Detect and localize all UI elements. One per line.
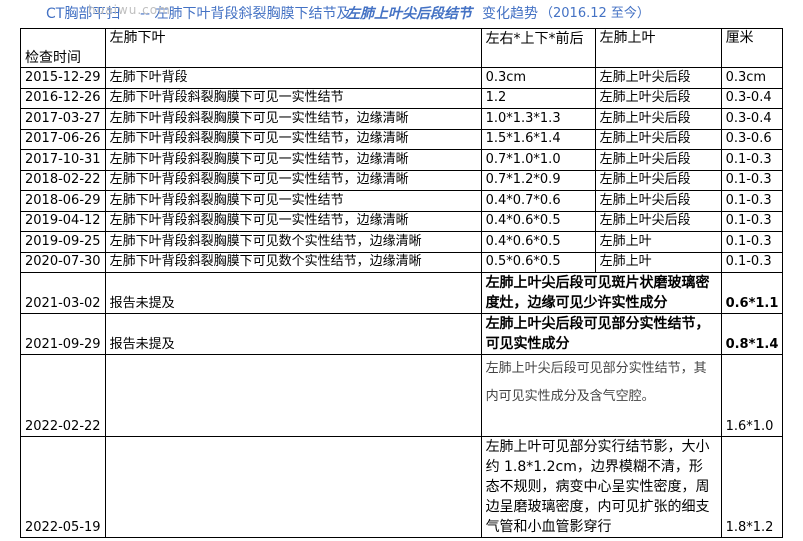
row-cm: 1.6*1.0 (720, 354, 784, 437)
row-cm: 0.1-0.3 (720, 231, 784, 253)
row-desc: 报告未提及 (104, 272, 482, 314)
row-upper: 左肺上叶尖后段 (594, 190, 722, 212)
row-upper: 左肺上叶尖后段 (594, 149, 722, 171)
row-date: 2015-12-29 (20, 67, 106, 89)
row-size: 0.5*0.6*0.5 (480, 251, 596, 273)
header-lower-lobe: 左肺下叶 (104, 28, 482, 68)
row-cm: 0.3cm (720, 67, 784, 89)
table-row: 2017-06-26 左肺下叶背段斜裂胸膜下可见一实性结节，边缘清晰 1.5*1… (20, 128, 784, 150)
row-desc: 左肺下叶背段斜裂胸膜下可见一实性结节，边缘清晰 (104, 149, 482, 171)
nodule-table: 检查时间 左肺下叶 左右*上下*前后 左肺上叶 厘米 2015-12-29 左肺… (20, 28, 784, 538)
row-desc: 报告未提及 (104, 313, 482, 355)
table-row: 2018-02-22 左肺下叶背段斜裂胸膜下可见一实性结节，边缘清晰 0.7*1… (20, 169, 784, 191)
row-desc: 左肺下叶背段斜裂胸膜下可见一实性结节 (104, 190, 482, 212)
row-upper-finding: 左肺上叶尖后段可见部分实性结节，其内可见实性成分及含气空腔。 (480, 354, 722, 437)
row-date: 2018-06-29 (20, 190, 106, 212)
row-date: 2022-02-22 (20, 354, 106, 437)
row-size: 1.2 (480, 87, 596, 109)
row-upper: 左肺上叶 (594, 251, 722, 273)
row-desc: 左肺下叶背段斜裂胸膜下可见数个实性结节，边缘清晰 (104, 251, 482, 273)
table-row: 2016-12-26 左肺下叶背段斜裂胸膜下可见一实性结节 1.2 左肺上叶尖后… (20, 87, 784, 109)
row-cm: 0.1-0.3 (720, 190, 784, 212)
header-size: 左右*上下*前后 (480, 28, 596, 68)
table-row: 2021-03-02 报告未提及 左肺上叶尖后段可见斑片状磨玻璃密度灶，边缘可见… (20, 272, 784, 314)
row-cm: 1.8*1.2 (720, 436, 784, 538)
row-cm: 0.1-0.3 (720, 149, 784, 171)
row-date: 2018-02-22 (20, 169, 106, 191)
table-row: 2018-06-29 左肺下叶背段斜裂胸膜下可见一实性结节 0.4*0.7*0.… (20, 190, 784, 212)
table-row: 2020-07-30 左肺下叶背段斜裂胸膜下可见数个实性结节，边缘清晰 0.5*… (20, 251, 784, 273)
row-date: 2019-04-12 (20, 210, 106, 232)
watermark: huaiwu.com (88, 3, 171, 17)
row-desc (104, 436, 482, 538)
row-desc: 左肺下叶背段斜裂胸膜下可见数个实性结节，边缘清晰 (104, 231, 482, 253)
row-size: 0.3cm (480, 67, 596, 89)
row-upper: 左肺上叶尖后段 (594, 87, 722, 109)
row-cm: 0.1-0.3 (720, 169, 784, 191)
row-desc: 左肺下叶背段斜裂胸膜下可见一实性结节 (104, 87, 482, 109)
table-row: 2019-09-25 左肺下叶背段斜裂胸膜下可见数个实性结节，边缘清晰 0.4*… (20, 231, 784, 253)
row-date: 2021-09-29 (20, 313, 106, 355)
row-desc (104, 354, 482, 437)
row-upper: 左肺上叶 (594, 231, 722, 253)
row-date: 2017-06-26 (20, 128, 106, 150)
row-size: 1.5*1.6*1.4 (480, 128, 596, 150)
row-desc: 左肺下叶背段斜裂胸膜下可见一实性结节，边缘清晰 (104, 169, 482, 191)
row-cm: 0.3-0.4 (720, 87, 784, 109)
title-suffix: 变化趋势 (482, 6, 538, 22)
row-upper: 左肺上叶尖后段 (594, 108, 722, 130)
row-size: 0.4*0.6*0.5 (480, 231, 596, 253)
row-size: 0.4*0.7*0.6 (480, 190, 596, 212)
row-cm: 0.1-0.3 (720, 251, 784, 273)
row-desc: 左肺下叶背段斜裂胸膜下可见一实性结节，边缘清晰 (104, 108, 482, 130)
row-size: 0.4*0.6*0.5 (480, 210, 596, 232)
row-upper-finding: 左肺上叶可见部分实行结节影，大小约 1.8*1.2cm，边界模糊不清，形态不规则… (480, 436, 722, 538)
row-size: 0.7*1.2*0.9 (480, 169, 596, 191)
row-upper-finding: 左肺上叶尖后段可见部分实性结节，可见实性成分 (480, 313, 722, 355)
row-desc: 左肺下叶背段斜裂胸膜下可见一实性结节，边缘清晰 (104, 128, 482, 150)
row-cm: 0.8*1.4 (720, 313, 784, 355)
row-size: 1.0*1.3*1.3 (480, 108, 596, 130)
table-row: 2017-03-27 左肺下叶背段斜裂胸膜下可见一实性结节，边缘清晰 1.0*1… (20, 108, 784, 130)
header-date: 检查时间 (20, 28, 106, 68)
row-date: 2021-03-02 (20, 272, 106, 314)
row-date: 2020-07-30 (20, 251, 106, 273)
row-date: 2016-12-26 (20, 87, 106, 109)
row-size: 0.7*1.0*1.0 (480, 149, 596, 171)
table-row: 2022-02-22 左肺上叶尖后段可见部分实性结节，其内可见实性成分及含气空腔… (20, 354, 784, 437)
row-upper: 左肺上叶尖后段 (594, 67, 722, 89)
row-cm: 0.3-0.4 (720, 108, 784, 130)
table-row: 2022-05-19 左肺上叶可见部分实行结节影，大小约 1.8*1.2cm，边… (20, 436, 784, 538)
header-cm: 厘米 (720, 28, 784, 68)
table-row: 2017-10-31 左肺下叶背段斜裂胸膜下可见一实性结节，边缘清晰 0.7*1… (20, 149, 784, 171)
row-date: 2017-03-27 (20, 108, 106, 130)
table-header: 检查时间 左肺下叶 左右*上下*前后 左肺上叶 厘米 (20, 28, 784, 68)
row-upper: 左肺上叶尖后段 (594, 128, 722, 150)
title-period: （2016.12 至今） (540, 6, 650, 21)
header-upper-lobe: 左肺上叶 (594, 28, 722, 68)
row-cm: 0.6*1.1 (720, 272, 784, 314)
row-upper: 左肺上叶尖后段 (594, 210, 722, 232)
row-cm: 0.1-0.3 (720, 210, 784, 232)
title-bold: 左肺上叶尖后段结节 (346, 6, 472, 22)
row-date: 2022-05-19 (20, 436, 106, 538)
table-row: 2021-09-29 报告未提及 左肺上叶尖后段可见部分实性结节，可见实性成分 … (20, 313, 784, 355)
table-row: 2015-12-29 左肺下叶背段 0.3cm 左肺上叶尖后段 0.3cm (20, 67, 784, 89)
row-desc: 左肺下叶背段 (104, 67, 482, 89)
row-upper: 左肺上叶尖后段 (594, 169, 722, 191)
row-date: 2019-09-25 (20, 231, 106, 253)
row-upper-finding: 左肺上叶尖后段可见斑片状磨玻璃密度灶，边缘可见少许实性成分 (480, 272, 722, 314)
title-dash: -- 左肺下叶背段斜裂胸膜下结节及 (140, 6, 351, 22)
table-row: 2019-04-12 左肺下叶背段斜裂胸膜下可见一实性结节，边缘清晰 0.4*0… (20, 210, 784, 232)
row-date: 2017-10-31 (20, 149, 106, 171)
row-cm: 0.3-0.6 (720, 128, 784, 150)
row-desc: 左肺下叶背段斜裂胸膜下可见一实性结节，边缘清晰 (104, 210, 482, 232)
